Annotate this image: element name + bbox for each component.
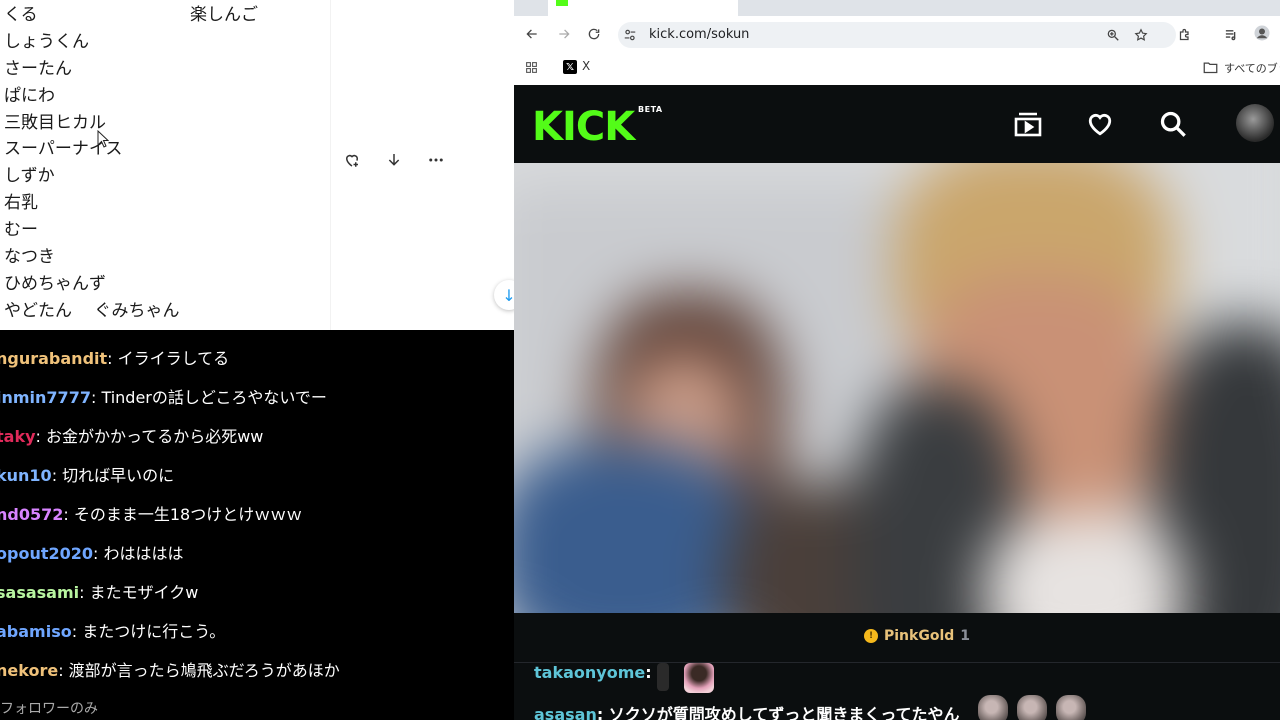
more-icon[interactable] [426,150,446,170]
chat-message: nekore: 渡部が言ったら鳩飛ぶだろうがあほか [0,657,340,681]
emote-icon [657,663,669,691]
chat-username[interactable]: takaonyome [534,663,645,682]
avatar[interactable] [1236,104,1274,142]
blurred-video-frame [514,163,1280,613]
post-actions [342,150,446,170]
browser-window: kick.com/sokun 𝕏 X すべてのブック KICK BETA [514,0,1280,720]
chat-username: abamiso [0,622,72,641]
chat-overlay: ngurabandit: イライラしてる inmin7777: Tinderの話… [0,330,514,720]
reload-icon[interactable] [584,24,604,44]
bookmark-x[interactable]: X [582,59,590,73]
coin-icon: ! [864,629,878,643]
list-item: くる 楽しんご [4,5,258,25]
emote-icon [1056,695,1086,720]
chat-text: イライラしてる [117,349,230,368]
kick-favicon-icon [556,0,568,6]
bookmark-folder-all[interactable]: すべてのブック [1224,60,1280,76]
chat-username: kun10 [0,466,52,485]
chat-message: opout2020: わはははは [0,540,184,564]
video-player[interactable] [514,163,1280,613]
scroll-down-button[interactable]: ↓ [494,280,515,310]
arrow-left-icon[interactable] [522,24,542,44]
chat-text: わはははは [103,544,184,563]
chat-username: nd0572 [0,505,64,524]
chat-message: nd0572: そのまま一生18つけとけｗｗｗ [0,501,302,525]
like-reply-icon[interactable] [342,150,362,170]
apps-grid-icon[interactable] [521,57,541,77]
list-item: 三敗目ヒカル [4,112,106,133]
zoom-icon[interactable] [1103,25,1123,45]
download-icon[interactable] [384,150,404,170]
list-item: ひめちゃんず [4,273,106,294]
media-control-icon[interactable] [1221,24,1241,44]
mouse-pointer-icon [97,129,110,148]
chat-username: ngurabandit [0,349,108,368]
chat-username: nekore [0,661,59,680]
chat-message: kun10: 切れば早いのに [0,462,174,486]
chat-text: 切れば早いのに [62,466,175,485]
chat-text: またつけに行こう。 [82,622,226,641]
tab-active[interactable] [548,0,738,16]
folder-icon[interactable] [1203,59,1218,78]
list-item: 右乳 [4,193,38,214]
puzzle-icon[interactable] [1175,24,1195,44]
follower-only-label: フォロワーのみ [0,701,98,717]
chat-message: ngurabandit: イライラしてる [0,345,229,369]
tune-icon[interactable] [620,25,640,45]
emote-icon [978,695,1008,720]
chat-message: inmin7777: Tinderの話しどころやないでー [0,384,327,408]
chat-text: 渡部が言ったら鳩飛ぶだろうがあほか [68,661,340,680]
vod-icon[interactable] [1012,108,1044,140]
list-item: むー [4,220,38,241]
chat-username: taky [0,427,36,446]
list-item: なつき [4,247,55,268]
list-item: ぱにわ [4,85,55,106]
list-item: しょうくん [4,31,89,52]
chat-username[interactable]: asasan [534,705,597,720]
chat-username: sasasami [0,583,80,602]
pinkgold-goal[interactable]: ! PinkGold 1 [864,628,970,644]
chat-text: そのまま一生18つけとけｗｗｗ [73,505,303,524]
chat-message: taky: お金がかかってるから必死ww [0,423,263,447]
star-icon[interactable] [1131,25,1151,45]
heart-icon[interactable] [1084,108,1116,140]
chat-message: asasan: ソクソが質問攻めしてずっと聞きまくってたやん [534,701,960,720]
pinkgold-label: PinkGold [884,628,955,644]
emote-icon [684,663,714,693]
name-list-panel: くる 楽しんご しょうくん さーたん ぱにわ 三敗目ヒカル スーパーナイス しずか… [0,0,515,330]
url-text[interactable]: kick.com/sokun [649,27,749,42]
chat-text: Tinderの話しどころやないでー [101,388,327,407]
chat-text: またモザイクw [89,583,199,602]
chat-message: takaonyome: [534,663,652,682]
list-item: スーパーナイス [4,139,123,160]
search-icon[interactable] [1157,108,1189,140]
chat-text: お金がかかってるから必死ww [46,427,264,446]
pinkgold-count: 1 [960,628,971,644]
x-logo-icon[interactable]: 𝕏 [563,60,577,74]
profile-icon[interactable] [1252,23,1272,43]
list-item: やどたん ぐみちゃん [4,300,180,321]
beta-badge: BETA [638,105,663,114]
kick-chat: takaonyome: asasan: ソクソが質問攻めしてずっと聞きまくってた… [514,663,1280,720]
arrow-right-icon[interactable] [554,24,574,44]
list-item: さーたん [4,58,72,79]
chat-message: abamiso: またつけに行こう。 [0,618,225,642]
chat-username: opout2020 [0,544,94,563]
chat-username: inmin7777 [0,388,91,407]
name-list: くる 楽しんご しょうくん さーたん ぱにわ 三敗目ヒカル スーパーナイス しずか… [0,2,330,325]
kick-logo[interactable]: KICK [532,107,635,147]
divider [330,0,331,330]
bookmarks-bar [514,52,1280,85]
list-item: しずか [4,166,55,187]
chat-text: ソクソが質問攻めしてずっと聞きまくってたやん [608,705,960,720]
emote-icon [1017,695,1047,720]
chat-message: sasasami: またモザイクw [0,579,198,603]
